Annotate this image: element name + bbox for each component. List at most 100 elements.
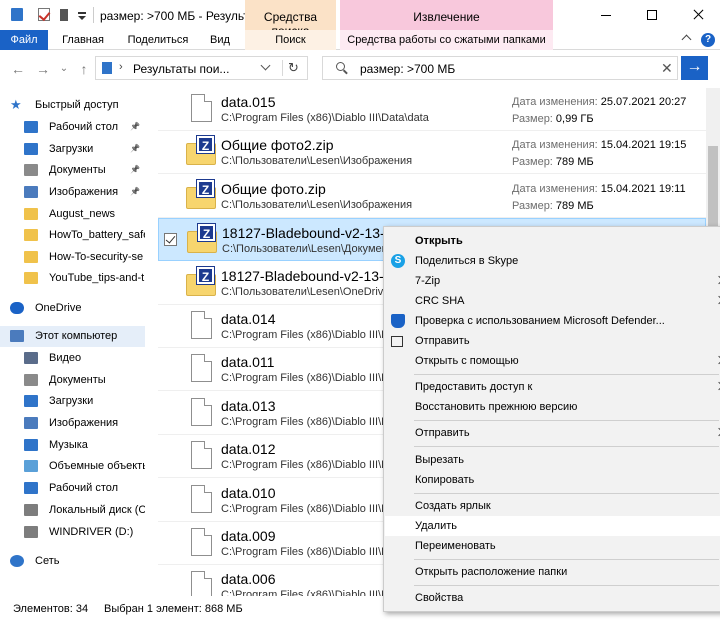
customize-quick-access-icon[interactable] — [78, 12, 86, 20]
file-explorer-window: размер: >700 МБ - Результ... Средства по… — [0, 0, 720, 621]
modified-label: Дата изменения: — [512, 96, 601, 108]
menu-item-поделиться-в-skype[interactable]: S Поделиться в Skype — [385, 251, 720, 271]
sidebar-item[interactable]: Объемные объекты — [0, 456, 145, 477]
menu-item-проверка-с-использованием-microsoft-defender[interactable]: Проверка с использованием Microsoft Defe… — [385, 311, 720, 331]
menu-item-crc-sha[interactable]: CRC SHA — [385, 291, 720, 311]
file-row[interactable]: Z Общие фото2.zip C:\Пользователи\Lesen\Из… — [158, 131, 706, 175]
tab-share[interactable]: Поделиться — [120, 30, 196, 50]
sidebar-item[interactable]: Документы — [0, 370, 145, 391]
document-shape — [191, 571, 212, 596]
scrollbar-thumb[interactable] — [708, 146, 718, 236]
help-icon[interactable]: ? — [701, 33, 715, 47]
minimize-button[interactable] — [583, 0, 629, 30]
sidebar-item[interactable]: August_news — [0, 204, 145, 225]
file-row[interactable]: data.015 C:\Program Files (x86)\Diablo II… — [158, 88, 706, 131]
document-shape — [191, 441, 212, 470]
menu-item-7-zip[interactable]: 7-Zip — [385, 271, 720, 291]
new-folder-quick-icon[interactable] — [60, 9, 68, 21]
file-icon — [186, 484, 216, 514]
search-input[interactable]: размер: >700 МБ — [360, 62, 455, 76]
menu-item-предоставить-доступ-к[interactable]: Предоставить доступ к — [385, 377, 720, 397]
zip-folder-icon: Z — [186, 178, 216, 210]
sidebar-item-label: Музыка — [49, 439, 88, 451]
file-name: data.015 — [221, 94, 276, 110]
menu-item-переименовать[interactable]: Переименовать — [385, 536, 720, 556]
breadcrumb-chevron-icon[interactable]: › — [119, 61, 123, 73]
menu-item-label: Свойства — [415, 592, 464, 605]
menu-item-вырезать[interactable]: Вырезать — [385, 450, 720, 470]
sidebar-item-label: How-To-security-se — [49, 251, 144, 263]
submenu-arrow-icon — [714, 381, 720, 391]
menu-item-копировать[interactable]: Копировать — [385, 470, 720, 490]
up-button[interactable]: ↑ — [76, 61, 92, 77]
address-dropdown-icon[interactable] — [260, 60, 271, 71]
documents-icon — [24, 164, 38, 176]
refresh-button[interactable]: ↻ — [282, 60, 304, 76]
menu-separator — [414, 585, 719, 586]
file-row[interactable]: Z Общие фото.zip C:\Пользователи\Lesen\Изо… — [158, 175, 706, 218]
sidebar-item-label: Рабочий стол — [49, 482, 119, 494]
sidebar-item-label: August_news — [49, 208, 116, 220]
sidebar-item[interactable]: ★ Быстрый доступ — [0, 95, 145, 116]
tab-view[interactable]: Вид — [200, 30, 240, 50]
maximize-button[interactable] — [629, 0, 675, 30]
menu-item-восстановить-прежнюю-версию[interactable]: Восстановить прежнюю версию — [385, 397, 720, 417]
menu-item-создать-ярлык[interactable]: Создать ярлык — [385, 496, 720, 516]
sidebar-item-label: Документы — [49, 374, 106, 386]
menu-item-открыть[interactable]: Открыть — [385, 231, 720, 251]
go-button[interactable]: → — [681, 56, 708, 80]
sidebar-item[interactable]: Загрузки 📌 — [0, 139, 145, 160]
address-bar[interactable]: › Результаты пои... ↻ — [95, 56, 308, 80]
tab-home[interactable]: Главная — [52, 30, 114, 50]
pin-icon: 📌 — [130, 165, 140, 174]
sidebar-item-label: Загрузки — [49, 395, 94, 407]
computer-icon — [10, 330, 24, 342]
sidebar-item-label: Этот компьютер — [35, 330, 118, 342]
sidebar-item-label: Изображения — [49, 417, 119, 429]
properties-quick-icon[interactable] — [38, 8, 50, 21]
tab-file[interactable]: Файл — [0, 30, 48, 50]
menu-item-label: Копировать — [415, 473, 475, 486]
address-text: Результаты пои... — [133, 62, 230, 76]
expand-ribbon-icon[interactable] — [681, 34, 692, 45]
sidebar-item[interactable]: YouTube_tips-and-t — [0, 268, 145, 289]
menu-item-свойства[interactable]: Свойства — [385, 588, 720, 608]
back-button[interactable]: ← — [10, 61, 26, 77]
sidebar-item[interactable]: Загрузки — [0, 391, 145, 412]
sidebar-item[interactable]: Изображения — [0, 413, 145, 434]
sidebar-item[interactable]: Этот компьютер — [0, 326, 145, 347]
menu-item-отправить[interactable]: Отправить — [385, 331, 720, 351]
close-button[interactable] — [675, 0, 720, 30]
explorer-app-icon[interactable] — [11, 8, 23, 21]
sidebar-item[interactable]: HowTo_battery_safe — [0, 225, 145, 246]
sidebar-item[interactable]: Рабочий стол — [0, 478, 145, 499]
sidebar-item[interactable]: Музыка — [0, 435, 145, 456]
search-box[interactable]: размер: >700 МБ ✕ — [322, 56, 678, 80]
clear-search-button[interactable]: ✕ — [661, 60, 673, 76]
navigation-pane: ★ Быстрый доступ Рабочий стол 📌 Загрузки 📌 Док… — [0, 88, 145, 596]
sidebar-item[interactable]: WINDRIVER (D:) — [0, 522, 145, 543]
download-icon — [24, 395, 38, 407]
menu-item-label: CRC SHA — [415, 295, 465, 307]
forward-button[interactable]: → — [35, 61, 51, 77]
menu-item-удалить[interactable]: Удалить — [385, 515, 720, 536]
drive-icon — [24, 526, 38, 538]
sidebar-item[interactable]: OneDrive — [0, 298, 145, 319]
file-modified: Дата изменения: 15.04.2021 19:15 — [512, 139, 686, 151]
tab-search[interactable]: Поиск — [245, 30, 336, 50]
modified-label: Дата изменения: — [512, 182, 601, 195]
menu-item-открыть-с-помощью[interactable]: Открыть с помощью — [385, 351, 720, 371]
tab-compressed-folder-tools[interactable]: Средства работы со сжатыми папками — [340, 30, 553, 50]
menu-item-открыть-расположение-папки[interactable]: Открыть расположение папки — [385, 562, 720, 582]
sidebar-item[interactable]: How-To-security-se — [0, 247, 145, 268]
sidebar-item[interactable]: Рабочий стол 📌 — [0, 117, 145, 138]
sidebar-item[interactable]: Изображения 📌 — [0, 182, 145, 203]
sidebar-item[interactable]: Сеть — [0, 551, 145, 572]
menu-item-отправить[interactable]: Отправить — [385, 423, 720, 443]
recent-locations-button[interactable]: ⌄ — [56, 61, 72, 77]
sidebar-item[interactable]: Документы 📌 — [0, 160, 145, 181]
share-icon — [391, 336, 403, 347]
selection-checkbox[interactable] — [164, 233, 177, 247]
sidebar-item[interactable]: Локальный диск (C — [0, 500, 145, 521]
sidebar-item[interactable]: Видео — [0, 348, 145, 369]
